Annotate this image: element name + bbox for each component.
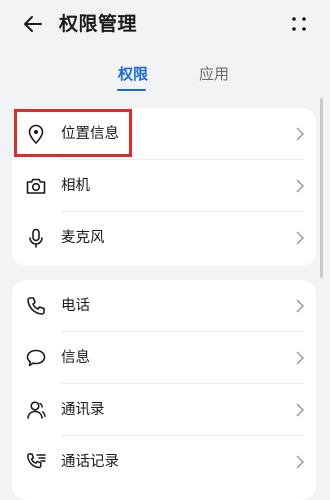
contacts-icon <box>27 401 46 419</box>
list-item-label: 信息 <box>61 350 90 366</box>
list-item-microphone[interactable]: 麦克风 <box>12 212 316 264</box>
list-item-label: 通话记录 <box>61 454 119 470</box>
chevron-right-icon <box>296 403 305 417</box>
list-item-label: 位置信息 <box>61 126 119 142</box>
permission-group-1: 位置信息 相机 麦克风 <box>12 108 316 266</box>
camera-icon <box>26 178 46 194</box>
message-bubble-icon <box>26 349 46 367</box>
chevron-right-icon <box>296 127 305 141</box>
chevron-right-icon <box>296 179 305 193</box>
call-log-icon <box>27 453 46 469</box>
chevron-right-icon <box>296 231 305 245</box>
phone-icon <box>27 297 45 315</box>
chevron-right-icon <box>296 351 305 365</box>
page-title: 权限管理 <box>59 13 138 35</box>
scrollbar[interactable] <box>320 98 323 278</box>
list-item-label: 电话 <box>61 298 90 314</box>
list-item-camera[interactable]: 相机 <box>12 160 316 212</box>
microphone-icon <box>29 228 43 248</box>
list-item-label: 麦克风 <box>61 230 105 246</box>
list-item-label: 相机 <box>61 178 90 194</box>
list-item-label: 通讯录 <box>61 402 105 418</box>
list-item-call-log[interactable]: 通话记录 <box>12 436 316 488</box>
chevron-right-icon <box>296 299 305 313</box>
tab-apps[interactable]: 应用 <box>199 64 229 84</box>
permission-group-2: 电话 信息 通讯录 通话记录 <box>12 280 316 500</box>
app-header: 权限管理 <box>0 0 330 50</box>
list-item-location[interactable]: 位置信息 <box>12 108 316 160</box>
more-dots-icon[interactable] <box>288 13 310 35</box>
location-pin-icon <box>28 124 44 144</box>
list-item-messages[interactable]: 信息 <box>12 332 316 384</box>
chevron-right-icon <box>296 455 305 469</box>
tab-permissions[interactable]: 权限 <box>118 64 148 84</box>
tab-selected-indicator <box>117 89 146 91</box>
list-item-contacts[interactable]: 通讯录 <box>12 384 316 436</box>
back-arrow-icon[interactable] <box>20 11 46 37</box>
tab-bar: 权限 应用 <box>0 58 330 98</box>
list-item-phone[interactable]: 电话 <box>12 280 316 332</box>
